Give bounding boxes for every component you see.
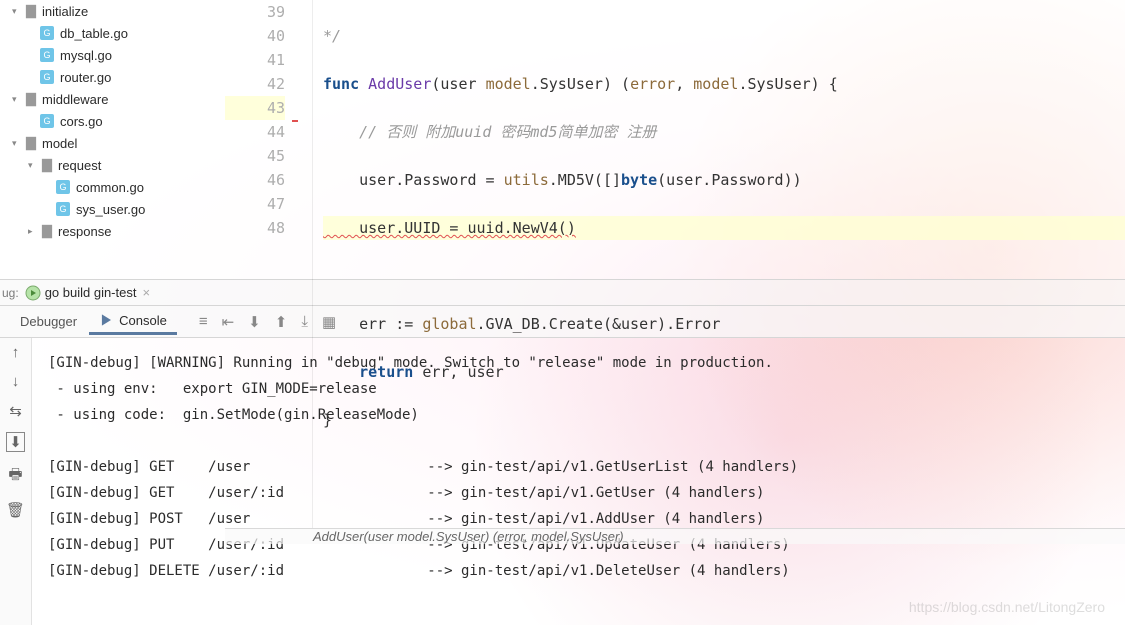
tree-item[interactable]: Gmysql.go xyxy=(0,44,225,66)
go-run-icon xyxy=(25,285,41,301)
rail-action-icon[interactable]: ⬇ xyxy=(6,432,25,452)
console-action-rail: ↑ ↓ ⇆ ⬇ 🖶 🗑 xyxy=(0,338,32,625)
folder-icon: ▇ xyxy=(26,3,36,19)
code-editor[interactable]: 39404142434445464748 */ func AddUser(use… xyxy=(225,0,1125,279)
tree-label: middleware xyxy=(42,92,108,107)
rail-action-icon[interactable]: ↑ xyxy=(12,344,20,361)
tree-item[interactable]: ▾▇ model xyxy=(0,132,225,154)
tree-label: mysql.go xyxy=(60,48,112,63)
watermark: https://blog.csdn.net/LitongZero xyxy=(909,599,1105,615)
go-file-icon: G xyxy=(40,70,54,84)
run-config-name[interactable]: go build gin-test xyxy=(45,285,137,300)
tree-item[interactable]: ▸▇ response xyxy=(0,220,225,242)
gutter-line-numbers: 39404142434445464748 xyxy=(225,0,295,528)
tree-label: model xyxy=(42,136,77,151)
tree-item[interactable]: Gcommon.go xyxy=(0,176,225,198)
tree-label: common.go xyxy=(76,180,144,195)
rail-action-icon[interactable]: 🗑 xyxy=(6,501,25,519)
tree-label: db_table.go xyxy=(60,26,128,41)
tree-label: sys_user.go xyxy=(76,202,145,217)
tree-item[interactable]: Gsys_user.go xyxy=(0,198,225,220)
rail-action-icon[interactable]: ⇆ xyxy=(9,402,22,420)
rail-action-icon[interactable]: 🖶 xyxy=(8,464,22,489)
tree-item[interactable]: ▾▇ request xyxy=(0,154,225,176)
tab-debugger[interactable]: Debugger xyxy=(10,310,87,333)
tree-label: response xyxy=(58,224,111,239)
tree-label: cors.go xyxy=(60,114,103,129)
folder-icon: ▇ xyxy=(42,223,52,239)
chevron-icon[interactable]: ▾ xyxy=(12,94,26,105)
tree-item[interactable]: Gcors.go xyxy=(0,110,225,132)
go-file-icon: G xyxy=(40,114,54,128)
chevron-icon[interactable]: ▾ xyxy=(12,138,26,149)
tree-item[interactable]: Grouter.go xyxy=(0,66,225,88)
tree-label: initialize xyxy=(42,4,88,19)
chevron-icon[interactable]: ▾ xyxy=(12,6,26,17)
folder-icon: ▇ xyxy=(42,157,52,173)
folder-icon: ▇ xyxy=(26,135,36,151)
play-icon xyxy=(99,313,113,327)
chevron-icon[interactable]: ▾ xyxy=(28,160,42,171)
tree-item[interactable]: ▾▇ initialize xyxy=(0,0,225,22)
go-file-icon: G xyxy=(56,202,70,216)
debug-tool-icon[interactable]: ≡ xyxy=(199,313,208,331)
rail-action-icon[interactable]: ↓ xyxy=(12,373,20,390)
tab-console[interactable]: Console xyxy=(89,309,177,335)
tree-item[interactable]: Gdb_table.go xyxy=(0,22,225,44)
chevron-icon[interactable]: ▸ xyxy=(28,226,42,237)
project-tree[interactable]: ▾▇initializeGdb_table.goGmysql.goGrouter… xyxy=(0,0,225,279)
code-text[interactable]: */ func AddUser(user model.SysUser) (err… xyxy=(313,0,1125,528)
run-label: ug: xyxy=(2,286,19,300)
gutter-fold-area[interactable] xyxy=(295,0,313,528)
tree-item[interactable]: ▾▇ middleware xyxy=(0,88,225,110)
go-file-icon: G xyxy=(56,180,70,194)
close-icon[interactable]: × xyxy=(142,285,150,300)
breadcrumb[interactable]: AddUser(user model.SysUser) (error, mode… xyxy=(225,528,1125,544)
go-file-icon: G xyxy=(40,48,54,62)
tree-label: router.go xyxy=(60,70,111,85)
folder-icon: ▇ xyxy=(26,91,36,107)
tree-label: request xyxy=(58,158,101,173)
go-file-icon: G xyxy=(40,26,54,40)
